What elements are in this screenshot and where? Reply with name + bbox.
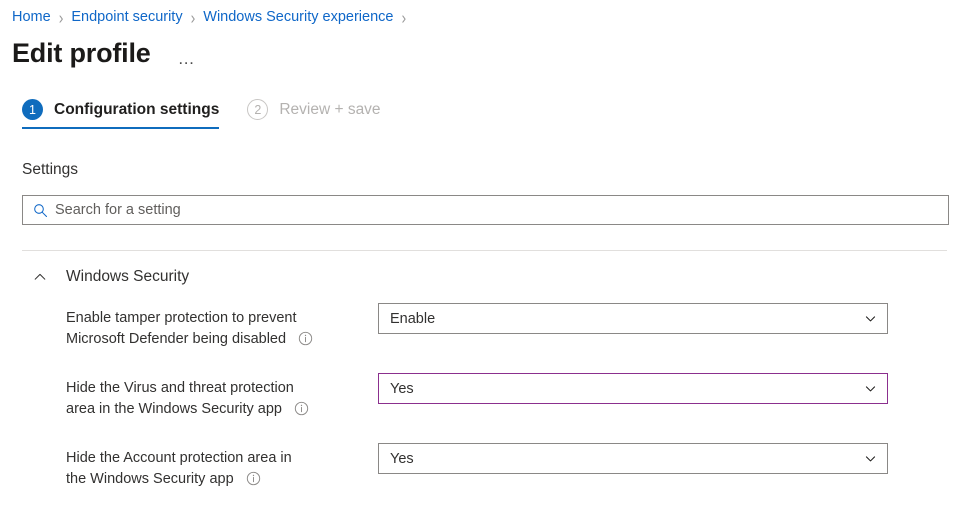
setting-row: Hide the Account protection area in the … xyxy=(66,443,969,499)
chevron-down-icon xyxy=(863,452,877,466)
section-divider xyxy=(22,250,947,251)
dropdown-value: Yes xyxy=(390,450,414,467)
dropdown-value: Enable xyxy=(390,310,436,327)
setting-dropdown[interactable]: Enable xyxy=(378,303,888,334)
info-icon[interactable] xyxy=(246,471,261,486)
setting-label-line2: the Windows Security app xyxy=(66,471,234,487)
breadcrumb-item-home[interactable]: Home xyxy=(12,9,51,25)
setting-label-line1: Hide the Virus and threat protection xyxy=(66,380,294,396)
wizard-tabs: 1 Configuration settings 2 Review + save xyxy=(0,99,969,139)
tab-review-save[interactable]: 2 Review + save xyxy=(247,99,381,129)
setting-label-line1: Hide the Account protection area in xyxy=(66,450,292,466)
breadcrumb-separator-icon: › xyxy=(401,7,407,27)
section-header-windows-security[interactable]: Windows Security xyxy=(32,265,969,289)
setting-row: Hide the Virus and threat protection are… xyxy=(66,373,969,429)
info-icon[interactable] xyxy=(298,331,313,346)
search-icon xyxy=(31,201,49,219)
page-title: Edit profile xyxy=(12,38,151,69)
chevron-up-icon xyxy=(32,269,48,285)
setting-label-line1: Enable tamper protection to prevent xyxy=(66,310,297,326)
breadcrumb-item-windows-security-experience[interactable]: Windows Security experience xyxy=(203,9,393,25)
breadcrumb-separator-icon: › xyxy=(58,7,64,27)
chevron-down-icon xyxy=(863,312,877,326)
dropdown-value: Yes xyxy=(390,380,414,397)
breadcrumb-separator-icon: › xyxy=(190,7,196,27)
setting-dropdown[interactable]: Yes xyxy=(378,373,888,404)
tab-step-number: 2 xyxy=(247,99,269,120)
setting-label-line2: area in the Windows Security app xyxy=(66,401,282,417)
section-title: Windows Security xyxy=(66,268,190,285)
setting-row: Enable tamper protection to prevent Micr… xyxy=(66,303,969,359)
search-box[interactable] xyxy=(22,195,949,225)
chevron-down-icon xyxy=(863,382,877,396)
tab-configuration-settings[interactable]: 1 Configuration settings xyxy=(22,99,220,129)
tab-label: Configuration settings xyxy=(54,100,220,118)
tab-step-number: 1 xyxy=(22,99,43,120)
setting-dropdown[interactable]: Yes xyxy=(378,443,888,474)
setting-label: Hide the Account protection area in the … xyxy=(66,443,378,490)
search-input[interactable] xyxy=(55,196,940,224)
setting-label-line2: Microsoft Defender being disabled xyxy=(66,331,287,347)
page-header: Edit profile … xyxy=(0,33,969,75)
settings-heading: Settings xyxy=(22,161,79,178)
setting-label: Hide the Virus and threat protection are… xyxy=(66,373,378,420)
setting-label: Enable tamper protection to prevent Micr… xyxy=(66,303,378,350)
breadcrumb: Home › Endpoint security › Windows Secur… xyxy=(0,0,969,28)
tab-label: Review + save xyxy=(279,100,381,118)
breadcrumb-item-endpoint-security[interactable]: Endpoint security xyxy=(71,9,182,25)
settings-list: Enable tamper protection to prevent Micr… xyxy=(0,303,969,499)
more-options-icon[interactable]: … xyxy=(173,48,202,69)
info-icon[interactable] xyxy=(294,401,309,416)
